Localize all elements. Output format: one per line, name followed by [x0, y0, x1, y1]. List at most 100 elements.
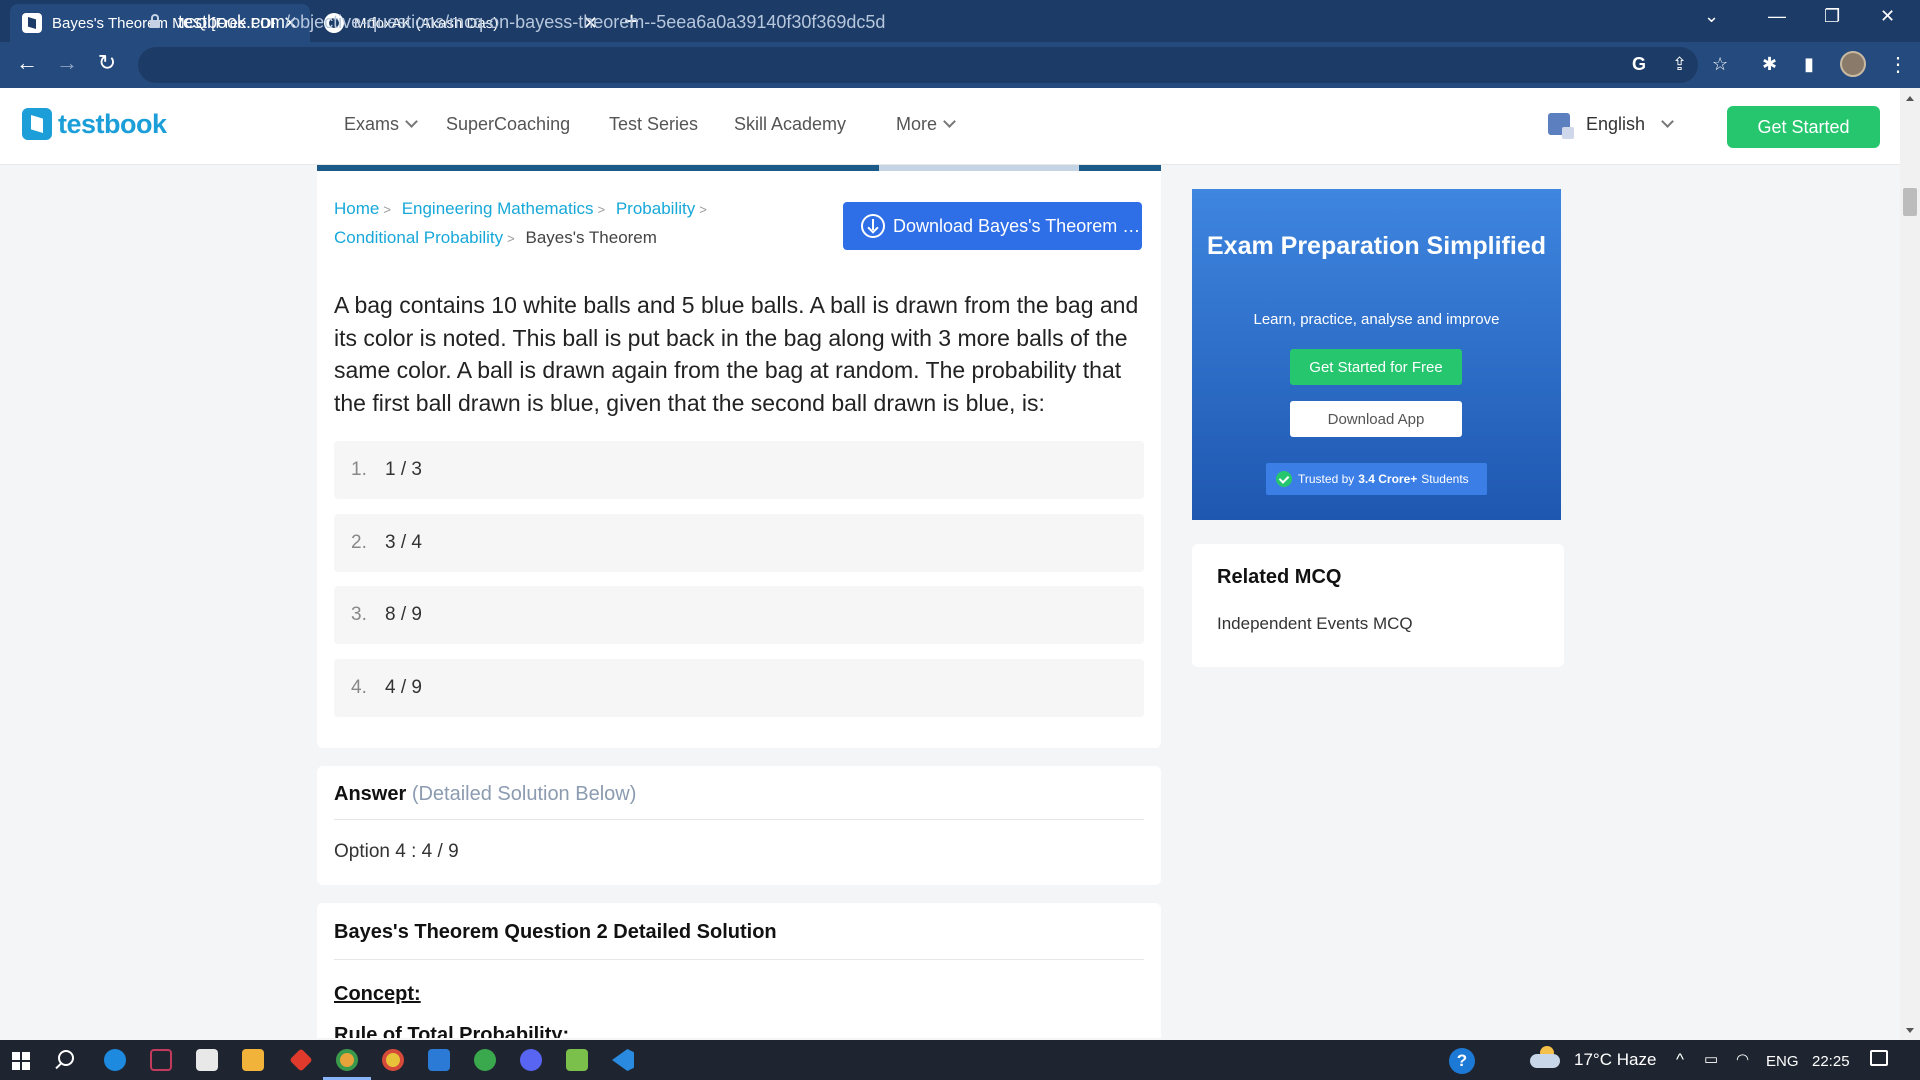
weather-widget[interactable]: 17°C Haze	[1574, 1050, 1656, 1070]
windows-start-icon[interactable]	[12, 1052, 30, 1070]
back-button[interactable]: ←	[12, 50, 42, 76]
related-mcq-card: Related MCQ Independent Events MCQ	[1192, 544, 1564, 667]
xbox-icon[interactable]	[474, 1049, 496, 1071]
url-text[interactable]: testbook.com/objective-questions/mcq-on-…	[178, 12, 885, 33]
option-text: 3 / 4	[385, 532, 422, 553]
option-1[interactable]: 1. 1 / 3	[334, 441, 1144, 499]
language-label: English	[1586, 114, 1646, 134]
page-scrollbar[interactable]	[1900, 88, 1920, 1040]
breadcrumb-separator-icon: >	[507, 231, 515, 246]
logo-text: testbook	[58, 108, 167, 139]
promo-subtitle: Learn, practice, analyse and improve	[1253, 311, 1500, 328]
notification-icon[interactable]	[1870, 1050, 1888, 1066]
wifi-icon[interactable]: ◠	[1736, 1050, 1749, 1068]
temperature: 17°C	[1574, 1050, 1612, 1069]
option-text: 8 / 9	[385, 604, 422, 625]
get-started-free-button[interactable]: Get Started for Free	[1290, 349, 1462, 385]
exam-prep-promo: Exam Preparation Simplified Learn, pract…	[1192, 189, 1561, 520]
restore-button[interactable]: ❐	[1824, 6, 1840, 27]
nav-skill-academy[interactable]: Skill Academy	[734, 114, 846, 135]
scroll-down-icon[interactable]	[1906, 1028, 1914, 1033]
chevron-down-icon	[943, 115, 956, 128]
chrome-canary-icon[interactable]	[382, 1049, 404, 1071]
question-text: A bag contains 10 white balls and 5 blue…	[334, 292, 1139, 416]
weather-icon[interactable]	[1530, 1046, 1560, 1068]
nav-label: More	[896, 114, 938, 134]
option-number: 1.	[351, 459, 367, 480]
option-text: 4 / 9	[385, 677, 422, 698]
nav-label: Exams	[344, 114, 400, 134]
divider	[334, 959, 1144, 960]
minimize-button[interactable]: —	[1768, 6, 1786, 27]
discord-icon[interactable]	[520, 1049, 542, 1071]
trust-badge: Trusted by 3.4 Crore+ Students	[1266, 463, 1487, 495]
download-pdf-button[interactable]: Download Bayes's Theorem MCQ PDF	[843, 202, 1142, 250]
language-indicator[interactable]: ENG	[1766, 1053, 1799, 1070]
screen-app-icon[interactable]	[428, 1049, 450, 1071]
bookmark-star-icon[interactable]: ☆	[1712, 54, 1728, 75]
concept-heading: Concept:	[334, 983, 421, 1005]
answer-value: Option 4 : 4 / 9	[334, 841, 459, 862]
tray-chevron-icon[interactable]: ^	[1676, 1050, 1684, 1070]
language-icon[interactable]	[1548, 113, 1574, 139]
solution-title: Bayes's Theorem Question 2 Detailed Solu…	[334, 921, 777, 943]
clock[interactable]: 22:25	[1812, 1053, 1850, 1070]
trust-suffix: Students	[1421, 472, 1469, 486]
edge-icon[interactable]	[104, 1049, 126, 1071]
chrome-icon[interactable]	[336, 1049, 358, 1071]
nav-more[interactable]: More	[896, 114, 956, 135]
nav-exams[interactable]: Exams	[344, 114, 418, 135]
google-lens-icon[interactable]: G	[1632, 54, 1646, 75]
tab-search-icon[interactable]: ⌄	[1704, 6, 1719, 27]
answer-heading: Answer (Detailed Solution Below)	[334, 783, 636, 806]
option-3[interactable]: 3. 8 / 9	[334, 586, 1144, 644]
app-icon[interactable]	[150, 1049, 172, 1071]
nav-test-series[interactable]: Test Series	[609, 114, 698, 135]
breadcrumb-conditional-probability[interactable]: Conditional Probability	[334, 228, 503, 247]
extensions-puzzle-icon[interactable]: ✱	[1762, 54, 1777, 75]
breadcrumb-separator-icon: >	[383, 202, 391, 217]
share-icon[interactable]: ⇪	[1672, 54, 1687, 75]
chevron-down-icon	[1661, 115, 1674, 128]
reload-button[interactable]: ↻	[92, 50, 122, 76]
file-explorer-icon[interactable]	[242, 1049, 264, 1071]
url-domain: testbook.com	[178, 12, 286, 32]
close-window-button[interactable]: ✕	[1880, 6, 1895, 27]
trust-prefix: Trusted by	[1298, 472, 1355, 486]
breadcrumb-separator-icon: >	[699, 202, 707, 217]
option-2[interactable]: 2. 3 / 4	[334, 514, 1144, 572]
forward-button[interactable]: →	[52, 50, 82, 76]
battery-icon[interactable]: ▭	[1704, 1050, 1718, 1068]
scrollbar-thumb[interactable]	[1903, 188, 1917, 216]
related-link[interactable]: Independent Events MCQ	[1217, 614, 1413, 634]
get-started-button[interactable]: Get Started	[1727, 106, 1880, 148]
address-bar[interactable]	[138, 47, 1698, 83]
language-selector[interactable]: English	[1586, 114, 1674, 135]
solution-card: Bayes's Theorem Question 2 Detailed Solu…	[317, 903, 1161, 1038]
option-4[interactable]: 4. 4 / 9	[334, 659, 1144, 717]
option-number: 2.	[351, 532, 367, 553]
browser-menu-icon[interactable]: ⋮	[1888, 52, 1908, 77]
url-path: /objective-questions/mcq-on-bayess-theor…	[285, 12, 886, 32]
breadcrumb-probability[interactable]: Probability	[616, 199, 695, 218]
side-panel-icon[interactable]: ▮	[1804, 54, 1814, 75]
store-icon[interactable]	[196, 1049, 218, 1071]
related-title: Related MCQ	[1217, 566, 1342, 588]
download-app-button[interactable]: Download App	[1290, 401, 1462, 437]
breadcrumb-separator-icon: >	[597, 202, 606, 217]
profile-avatar[interactable]	[1840, 51, 1866, 77]
weather-label: Haze	[1616, 1050, 1657, 1069]
promo-title: Exam Preparation Simplified	[1207, 232, 1546, 260]
rule-heading: Rule of Total Probability:	[334, 1024, 570, 1038]
download-label: Download Bayes's Theorem MCQ PDF	[893, 215, 1142, 236]
layers-app-icon[interactable]	[566, 1049, 588, 1071]
nav-supercoaching[interactable]: SuperCoaching	[446, 114, 570, 135]
help-icon[interactable]: ?	[1449, 1048, 1475, 1074]
lock-icon[interactable]	[150, 14, 160, 28]
breadcrumb-home[interactable]: Home	[334, 199, 379, 218]
taskbar-search-icon[interactable]	[58, 1050, 74, 1066]
breadcrumb-engineering-mathematics[interactable]: Engineering Mathematics	[402, 199, 594, 218]
testbook-logo[interactable]: testbook	[22, 108, 167, 140]
scroll-up-icon[interactable]	[1906, 96, 1914, 101]
nav-label: Skill Academy	[734, 114, 847, 134]
